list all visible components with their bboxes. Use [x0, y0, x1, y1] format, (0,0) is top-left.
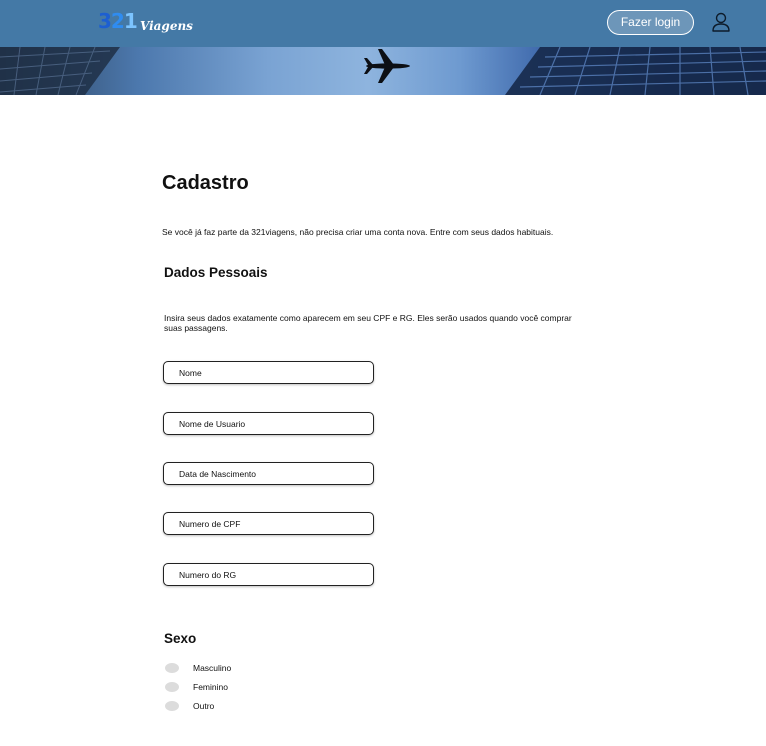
radio-label: Masculino [193, 663, 232, 673]
sex-title: Sexo [164, 631, 197, 646]
logo-text: Viagens [140, 19, 193, 33]
radio-button[interactable] [165, 682, 179, 692]
logo-digit-2: 2 [110, 9, 125, 33]
right-building-image [505, 47, 766, 95]
radio-button[interactable] [165, 701, 179, 711]
page-title: Cadastro [162, 172, 249, 194]
user-icon[interactable] [710, 11, 732, 33]
rg-field[interactable] [163, 563, 374, 586]
username-field[interactable] [163, 412, 374, 435]
radio-label: Outro [193, 701, 215, 711]
left-building-image [0, 47, 120, 95]
birthdate-field[interactable] [163, 462, 374, 485]
personal-data-description: Insira seus dados exatamente como aparec… [164, 313, 572, 333]
cpf-field[interactable] [163, 512, 374, 535]
login-button[interactable]: Fazer login [607, 10, 694, 35]
logo-digit-3: 1 [123, 9, 138, 33]
hero-banner [0, 47, 766, 95]
logo-number: 321 [98, 9, 138, 33]
name-field[interactable] [163, 361, 374, 384]
radio-label: Feminino [193, 682, 228, 692]
intro-text: Se você já faz parte da 321viagens, não … [162, 227, 554, 237]
personal-data-title: Dados Pessoais [164, 265, 268, 280]
radio-button[interactable] [165, 663, 179, 673]
airplane-icon [364, 49, 410, 83]
logo-digit-1: 3 [98, 9, 112, 33]
top-navbar: 321 Viagens Fazer login [0, 0, 766, 47]
